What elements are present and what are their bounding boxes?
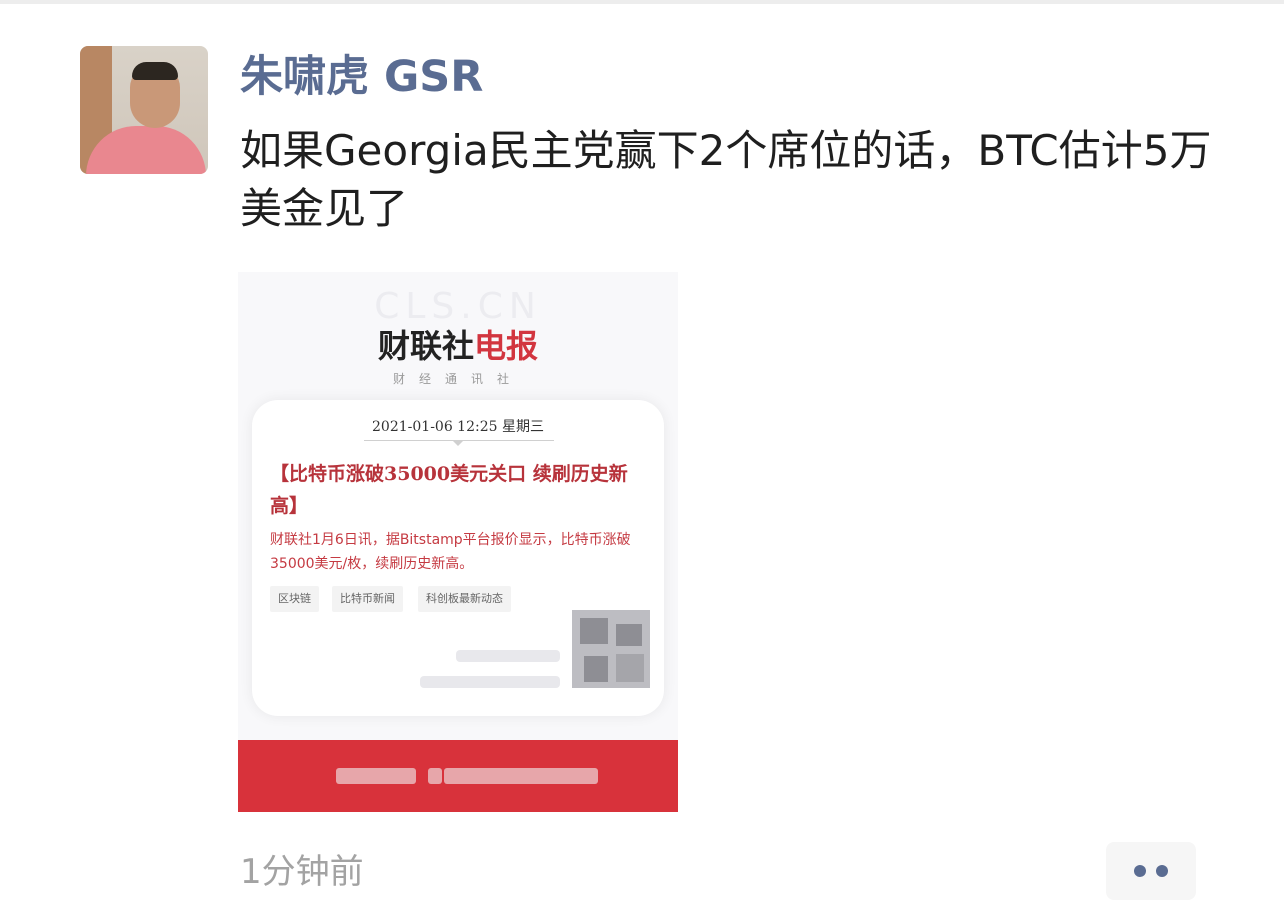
brand-logo-part1: 财联社 (377, 327, 474, 365)
news-tag: 区块链 (270, 586, 319, 612)
news-tags: 区块链 比特币新闻 科创板最新动态 (270, 586, 654, 612)
blurred-text (456, 650, 560, 662)
news-datetime: 2021-01-06 12:25 星期三 (372, 419, 544, 435)
blurred-text (420, 676, 560, 688)
blurred-text (444, 768, 598, 784)
post-text: 如果Georgia民主党赢下2个席位的话，BTC估计5万美金见了 (240, 126, 1212, 233)
blurred-text (428, 768, 442, 784)
news-tag: 比特币新闻 (332, 586, 403, 612)
blurred-text (336, 768, 416, 784)
qr-code-icon (572, 610, 650, 688)
brand-logo-part2: 电报 (474, 327, 539, 365)
news-body: 财联社1月6日讯，据Bitstamp平台报价显示，比特币涨破35000美元/枚，… (270, 532, 631, 572)
ellipsis-icon (1156, 865, 1168, 877)
news-headline: 【比特币涨破35000美元关口 续刷历史新高】 (270, 463, 628, 517)
avatar-hair (132, 62, 178, 80)
datetime-caret-icon (452, 440, 464, 446)
shared-image[interactable]: CLS.CN 财联社电报 财经通讯社 2021-01-06 12:25 星期三 … (238, 272, 678, 812)
avatar[interactable] (80, 46, 208, 174)
news-tag: 科创板最新动态 (418, 586, 511, 612)
ellipsis-icon (1134, 865, 1146, 877)
watermark: CLS.CN (374, 286, 542, 327)
red-banner (238, 740, 678, 812)
top-divider (0, 0, 1284, 4)
post-timestamp: 1分钟前 (240, 852, 364, 892)
author-name[interactable]: 朱啸虎 GSR (240, 50, 483, 104)
brand-subtitle: 财经通讯社 (392, 372, 523, 386)
brand-logo: 财联社电报 (238, 326, 678, 366)
news-card: 2021-01-06 12:25 星期三 【比特币涨破35000美元关口 续刷历… (252, 400, 664, 716)
more-options-button[interactable] (1106, 842, 1196, 900)
